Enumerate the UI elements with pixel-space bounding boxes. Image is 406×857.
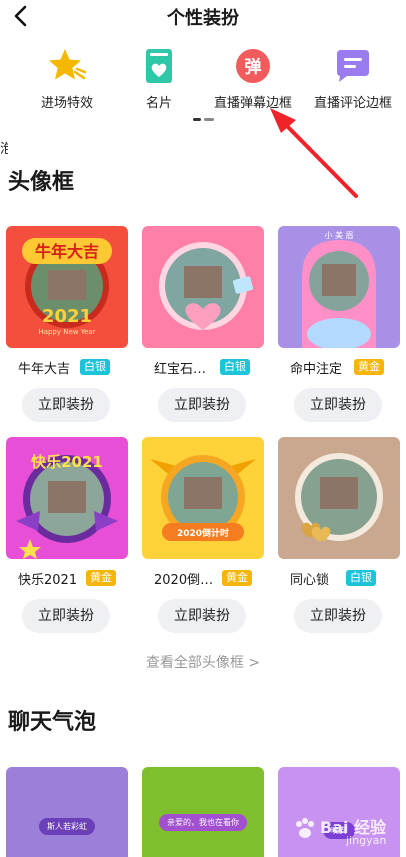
comment-icon xyxy=(337,50,369,82)
frame-name: 快乐2021 xyxy=(18,573,78,588)
star-icon xyxy=(49,49,87,80)
svg-text:Happy New Year: Happy New Year xyxy=(38,328,95,336)
apply-button[interactable]: 立即装扮 xyxy=(158,599,246,633)
category-label: 名片 xyxy=(145,96,172,111)
category-cut-label[interactable]: 泡 xyxy=(0,138,8,157)
avatar-frame-card[interactable]: 快乐2021 快乐2021 黄金 立即装扮 xyxy=(6,437,128,633)
card-icon xyxy=(146,49,172,83)
category-comment-frame[interactable]: 直播评论边框 xyxy=(308,46,398,111)
tier-badge: 黄金 xyxy=(222,570,252,586)
page-indicator xyxy=(193,118,215,121)
view-all-avatar-frames-link[interactable]: 查看全部头像框 > xyxy=(0,652,406,672)
chat-bubble-card[interactable]: 亲爱的，我也在看你 xyxy=(142,767,264,857)
tier-badge: 白银 xyxy=(346,570,376,586)
frame-name: 红宝石… xyxy=(154,362,207,377)
svg-text:2020倒计时: 2020倒计时 xyxy=(177,527,229,539)
apply-button[interactable]: 立即装扮 xyxy=(158,388,246,422)
apply-button[interactable]: 立即装扮 xyxy=(22,599,110,633)
svg-text:小 美 眉: 小 美 眉 xyxy=(324,230,353,240)
frame-name: 命中注定 xyxy=(290,362,343,377)
tier-badge: 白银 xyxy=(220,359,250,375)
svg-text:2021: 2021 xyxy=(42,306,92,327)
apply-button[interactable]: 立即装扮 xyxy=(22,388,110,422)
avatar-frame-card[interactable]: 红宝石… 白银 立即装扮 xyxy=(142,226,264,422)
avatar-frame-card[interactable]: 小 美 眉 命中注定 黄金 立即装扮 xyxy=(278,226,400,422)
category-row: 泡 进场特效 名片 弹 直播弹幕边框 直播评论边框 xyxy=(0,46,406,157)
category-name-card[interactable]: 名片 xyxy=(114,46,204,111)
paw-icon xyxy=(296,818,314,838)
danmu-glyph: 弹 xyxy=(245,57,262,78)
bubble-sample-text: 斯人若彩虹 xyxy=(39,818,95,835)
avatar-frame-preview[interactable] xyxy=(278,437,400,559)
avatar-frame-card[interactable]: 牛年大吉 2021 Happy New Year 牛年大吉 白银 立即装扮 xyxy=(6,226,128,422)
frame-name: 同心锁 xyxy=(290,573,330,588)
page-title: 个性装扮 xyxy=(167,8,239,29)
top-bar: 个性装扮 xyxy=(0,0,406,34)
category-label: 直播弹幕边框 xyxy=(213,96,292,111)
frame-name: 2020倒… xyxy=(154,573,214,588)
category-danmu-frame[interactable]: 弹 直播弹幕边框 xyxy=(208,46,298,111)
indicator-dot-active xyxy=(193,118,201,121)
frame-name: 牛年大吉 xyxy=(18,362,71,377)
apply-button[interactable]: 立即装扮 xyxy=(294,599,382,633)
tier-badge: 白银 xyxy=(80,359,110,375)
avatar-frame-card[interactable]: 同心锁 白银 立即装扮 xyxy=(278,437,400,633)
avatar-frame-preview[interactable] xyxy=(142,226,264,348)
avatar-frame-preview[interactable]: 快乐2021 xyxy=(6,437,128,559)
chat-bubble-card[interactable]: 斯人若彩虹 xyxy=(6,767,128,857)
avatar-frames-title: 头像框 xyxy=(8,170,75,195)
bubble-sample-text: 亲爱的，我也在看你 xyxy=(159,814,247,831)
category-label: 直播评论边框 xyxy=(313,96,392,111)
svg-text:牛年大吉: 牛年大吉 xyxy=(35,242,99,261)
tier-badge: 黄金 xyxy=(354,359,384,375)
svg-text:快乐2021: 快乐2021 xyxy=(31,453,103,471)
danmu-icon: 弹 xyxy=(236,49,270,83)
avatar-frame-preview[interactable]: 牛年大吉 2021 Happy New Year xyxy=(6,226,128,348)
avatar-frame-preview[interactable]: 小 美 眉 xyxy=(278,226,400,348)
watermark-sub: jingyan xyxy=(346,834,387,847)
indicator-dot xyxy=(204,118,214,121)
apply-button[interactable]: 立即装扮 xyxy=(294,388,382,422)
baidu-watermark: Bai 经验 jingyan xyxy=(290,810,400,854)
avatar-frame-card[interactable]: 2020倒计时 2020倒… 黄金 立即装扮 xyxy=(142,437,264,633)
category-label: 进场特效 xyxy=(40,96,93,111)
category-entrance-effect[interactable]: 进场特效 xyxy=(22,46,112,111)
avatar-frame-preview[interactable]: 2020倒计时 xyxy=(142,437,264,559)
tier-badge: 黄金 xyxy=(86,570,116,586)
chat-bubbles-title: 聊天气泡 xyxy=(8,710,97,735)
